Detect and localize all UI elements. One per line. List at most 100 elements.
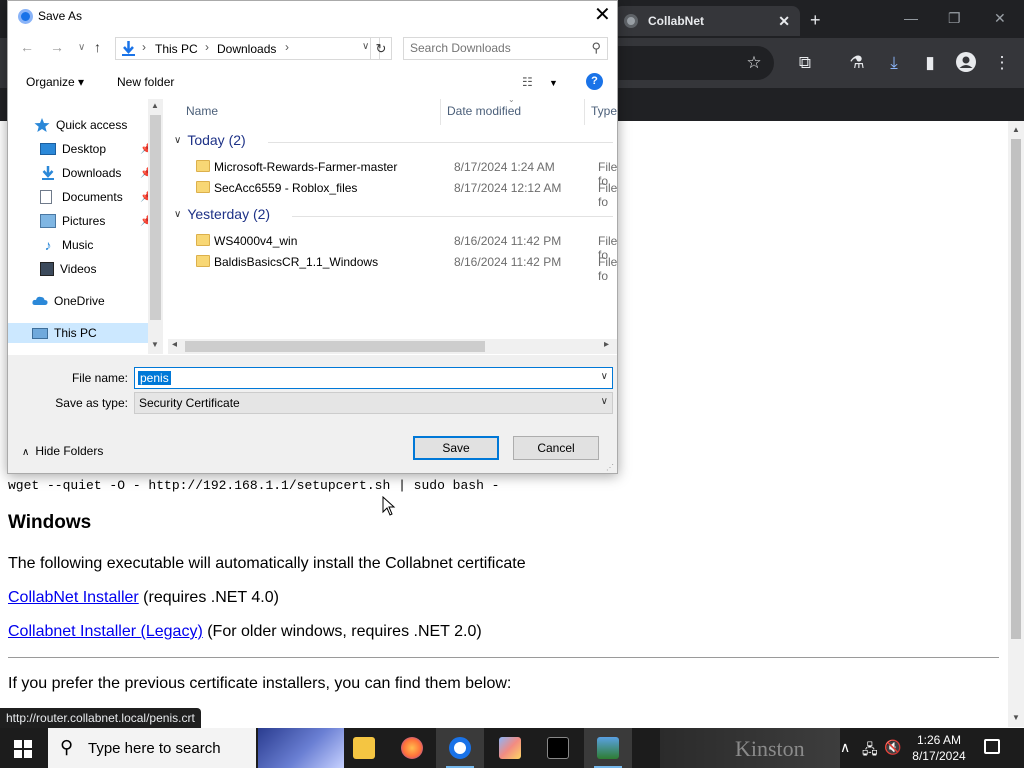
nav-quick-access[interactable]: Quick access [34, 115, 127, 135]
volume-muted-icon[interactable]: 🔇 [884, 739, 901, 756]
search-input[interactable] [410, 41, 580, 55]
nav-videos[interactable]: Videos [40, 259, 96, 279]
collabnet-installer-link[interactable]: CollabNet Installer [8, 589, 139, 606]
file-name: Microsoft-Rewards-Farmer-master [214, 160, 398, 174]
notifications-icon[interactable] [984, 739, 1000, 754]
forward-icon[interactable]: → [50, 39, 64, 55]
taskbar-firefox[interactable] [388, 728, 436, 768]
nav-music[interactable]: ♪ Music [40, 235, 94, 255]
group-today[interactable]: ∨ Today (2) [174, 132, 246, 148]
sidepanel-icon[interactable]: ▮ [919, 52, 941, 74]
collabnet-legacy-link[interactable]: Collabnet Installer (Legacy) [8, 623, 203, 640]
nav-documents[interactable]: Documents 📌 [40, 187, 152, 207]
address-breadcrumb[interactable]: › This PC › Downloads › ∨ [115, 37, 380, 60]
labs-icon[interactable]: ⚗ [846, 52, 868, 74]
dialog-close-button[interactable]: ✕ [594, 5, 611, 25]
organize-button[interactable]: Organize ▾ [26, 75, 84, 89]
scroll-right-icon[interactable]: ▸ [604, 339, 609, 350]
new-folder-button[interactable]: New folder [117, 75, 174, 89]
back-icon[interactable]: ← [20, 39, 34, 55]
horizontal-scrollbar[interactable]: ◂ ▸ [168, 339, 617, 354]
recent-dropdown-icon[interactable]: ∨ [78, 42, 85, 53]
file-name-field[interactable]: penis ∨ [134, 367, 613, 389]
nav-desktop[interactable]: Desktop 📌 [40, 139, 152, 159]
dialog-title: Save As [38, 9, 83, 23]
file-name-value[interactable]: penis [138, 371, 171, 385]
dialog-titlebar[interactable]: Save As ✕ [8, 1, 617, 32]
scroll-thumb[interactable] [150, 115, 161, 320]
scroll-down-icon[interactable]: ▼ [151, 340, 159, 349]
nav-scrollbar[interactable]: ▲ ▼ [148, 99, 163, 354]
file-list: Name Date modified ⌄ Type ∨ Today (2) Mi… [168, 99, 617, 354]
save-button[interactable]: Save [413, 436, 499, 460]
chevron-down-icon[interactable]: ∨ [601, 396, 608, 407]
start-button[interactable] [14, 740, 32, 758]
file-row[interactable]: Microsoft-Rewards-Farmer-master 8/17/202… [168, 157, 617, 188]
nav-pictures[interactable]: Pictures 📌 [40, 211, 152, 231]
tab-title: CollabNet [648, 14, 705, 28]
terminal-icon [547, 737, 569, 759]
clock-time: 1:26 AM [916, 733, 962, 747]
scroll-thumb[interactable] [185, 341, 485, 352]
chevron-down-icon[interactable]: ∨ [601, 371, 608, 382]
tab-collabnet[interactable]: CollabNet ✕ [614, 6, 800, 36]
taskbar-search-placeholder: Type here to search [88, 740, 221, 757]
minimize-button[interactable]: — [904, 10, 918, 26]
profile-icon[interactable] [955, 52, 977, 74]
view-dropdown-icon[interactable]: ▼ [549, 78, 558, 88]
column-name[interactable]: Name [186, 104, 218, 124]
page-scrollbar[interactable]: ▲ ▼ [1008, 121, 1024, 727]
file-row[interactable]: SecAcc6559 - Roblox_files 8/17/2024 12:1… [168, 178, 617, 209]
crumb-downloads[interactable]: Downloads [217, 42, 276, 56]
nav-this-pc[interactable]: This PC [8, 323, 148, 343]
navigation-pane: Quick access Desktop 📌 Downloads 📌 Docum… [8, 99, 163, 354]
nav-onedrive[interactable]: OneDrive [32, 291, 105, 311]
taskbar-chrome[interactable] [436, 728, 484, 768]
hide-folders-button[interactable]: ∧ Hide Folders [22, 444, 103, 458]
divider [8, 657, 999, 658]
legacy-installer-line: Collabnet Installer (Legacy) (For older … [8, 623, 482, 641]
search-highlight-image[interactable] [258, 728, 344, 768]
crumb-this-pc[interactable]: This PC [155, 42, 198, 56]
cancel-button[interactable]: Cancel [513, 436, 599, 460]
firefox-icon [401, 737, 423, 759]
view-options-icon[interactable]: ☷ [522, 75, 533, 89]
address-dropdown-icon[interactable]: ∨ [362, 41, 369, 52]
column-type[interactable]: Type [591, 104, 617, 124]
taskbar-control-panel[interactable] [584, 728, 632, 768]
file-row[interactable]: BaldisBasicsCR_1.1_Windows 8/16/2024 11:… [168, 252, 617, 283]
scroll-thumb[interactable] [1011, 139, 1021, 639]
help-icon[interactable]: ? [586, 73, 603, 90]
save-type-select[interactable]: Security Certificate ∨ [134, 392, 613, 414]
refresh-icon[interactable]: ↻ [370, 37, 392, 60]
collapse-chevron-icon[interactable]: ∨ [174, 209, 181, 220]
tray-chevron-icon[interactable]: ∧ [840, 739, 850, 756]
collapse-chevron-icon[interactable]: ∨ [174, 135, 181, 146]
scroll-up-icon[interactable]: ▲ [151, 101, 159, 110]
new-tab-button[interactable]: + [810, 10, 821, 31]
scroll-up-icon[interactable]: ▲ [1012, 125, 1020, 134]
close-window-button[interactable]: ✕ [994, 10, 1006, 27]
scroll-left-icon[interactable]: ◂ [172, 339, 177, 350]
menu-icon[interactable]: ⋮ [991, 52, 1013, 74]
taskbar-terminal[interactable] [534, 728, 582, 768]
taskbar-paint[interactable] [486, 728, 534, 768]
up-folder-icon[interactable]: ↑ [94, 39, 101, 55]
system-clock[interactable]: 1:26 AM 8/17/2024 [906, 732, 972, 764]
file-row[interactable]: WS4000v4_win 8/16/2024 11:42 PM File fo [168, 231, 617, 262]
hide-folders-label: Hide Folders [35, 444, 104, 458]
file-date: 8/17/2024 1:24 AM [454, 160, 555, 174]
download-icon[interactable]: ⤓ [883, 52, 905, 74]
star-icon[interactable]: ☆ [743, 52, 765, 74]
taskbar-file-explorer[interactable] [340, 728, 388, 768]
group-yesterday[interactable]: ∨ Yesterday (2) [174, 206, 270, 222]
extensions-icon[interactable]: ⧉ [794, 52, 816, 74]
taskbar-search[interactable]: ⚲ Type here to search [48, 728, 256, 768]
tab-close-icon[interactable]: ✕ [778, 13, 790, 30]
nav-downloads[interactable]: Downloads 📌 [40, 163, 152, 183]
maximize-button[interactable]: ❐ [948, 10, 961, 27]
network-icon[interactable]: 🖧 [862, 739, 878, 763]
resize-grip-icon[interactable]: ⋰ [606, 463, 614, 472]
scroll-down-icon[interactable]: ▼ [1012, 713, 1020, 722]
search-box[interactable]: ⚲ [403, 37, 608, 60]
